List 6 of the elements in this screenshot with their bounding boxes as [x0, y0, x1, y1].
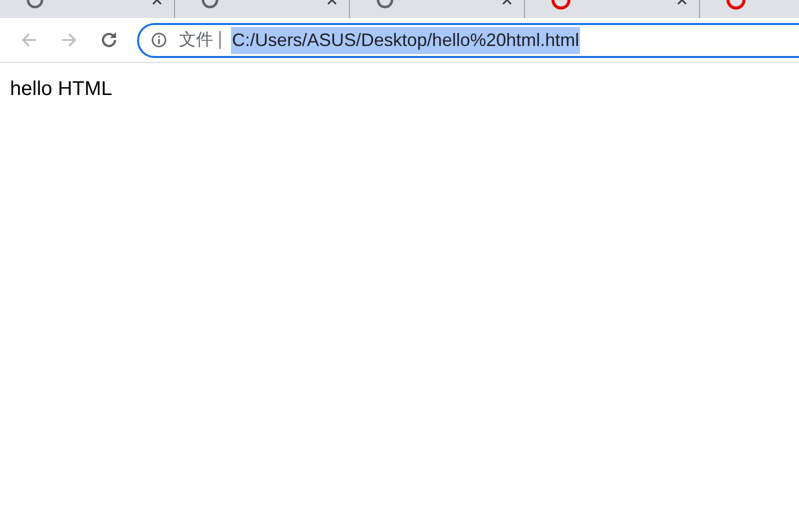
- info-icon[interactable]: [151, 32, 167, 48]
- page-text: hello HTML: [10, 78, 112, 100]
- reload-icon: [99, 30, 119, 50]
- security-label: 文件: [179, 31, 221, 49]
- url-text: C:/Users/ASUS/Desktop/hello%20html.html: [231, 26, 580, 54]
- address-bar[interactable]: 文件 C:/Users/ASUS/Desktop/hello%20html.html: [137, 22, 799, 58]
